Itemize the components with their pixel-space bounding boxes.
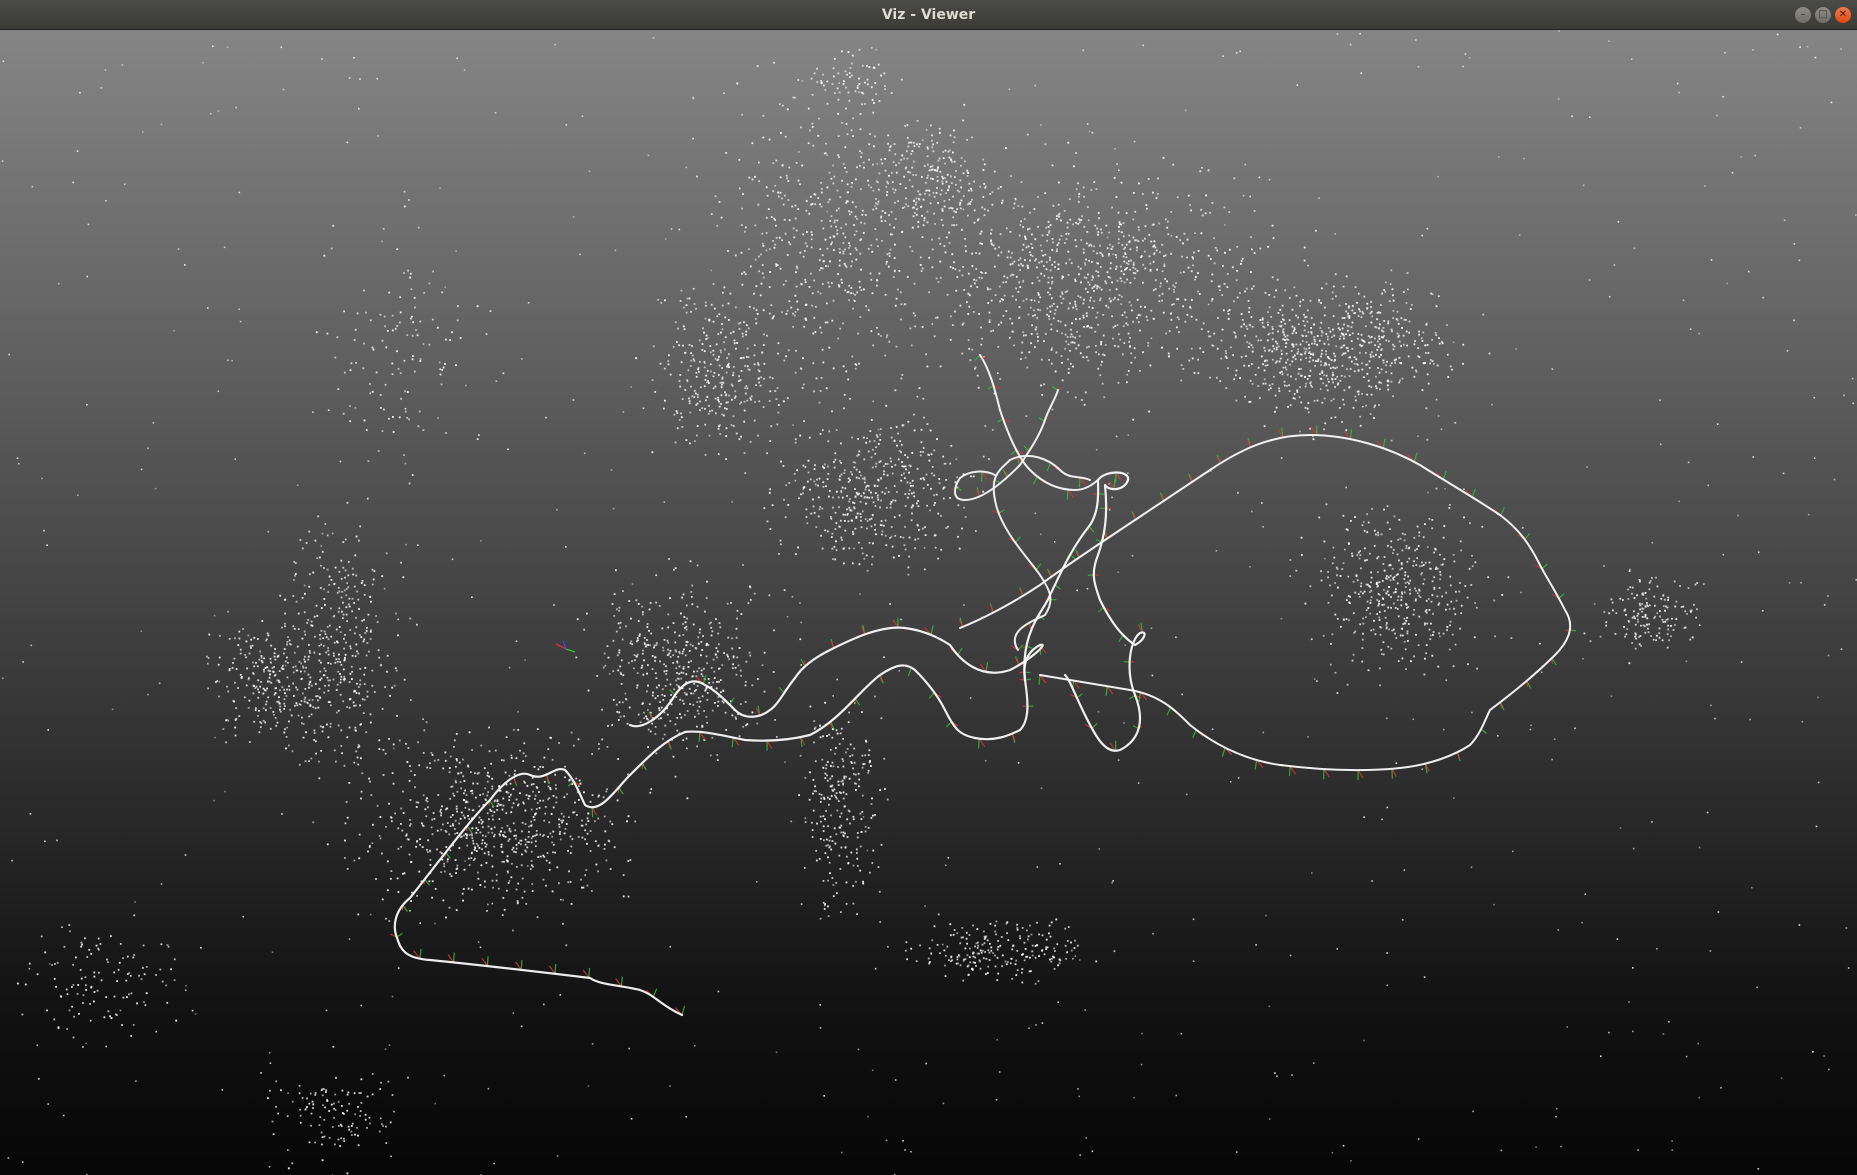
viewer-window: Viz - Viewer – □ ✕ <box>0 0 1857 1175</box>
3d-viewport[interactable] <box>0 30 1857 1175</box>
camera-trajectory-branch <box>992 454 1091 651</box>
point-cloud-scene <box>1 30 1857 1175</box>
minimize-icon: – <box>1800 9 1806 20</box>
camera-trajectory <box>393 626 1044 1017</box>
title-bar[interactable]: Viz - Viewer – □ ✕ <box>0 0 1857 30</box>
point-cloud <box>1 30 1857 1175</box>
camera-trajectory-upper-right <box>954 389 1059 501</box>
maximize-button[interactable]: □ <box>1815 7 1831 23</box>
minimize-button[interactable]: – <box>1795 7 1811 23</box>
maximize-icon: □ <box>1818 9 1828 20</box>
window-title: Viz - Viewer <box>881 7 976 23</box>
close-button[interactable]: ✕ <box>1835 7 1851 23</box>
close-icon: ✕ <box>1838 9 1848 20</box>
camera-trajectory-loop <box>1023 471 1146 752</box>
